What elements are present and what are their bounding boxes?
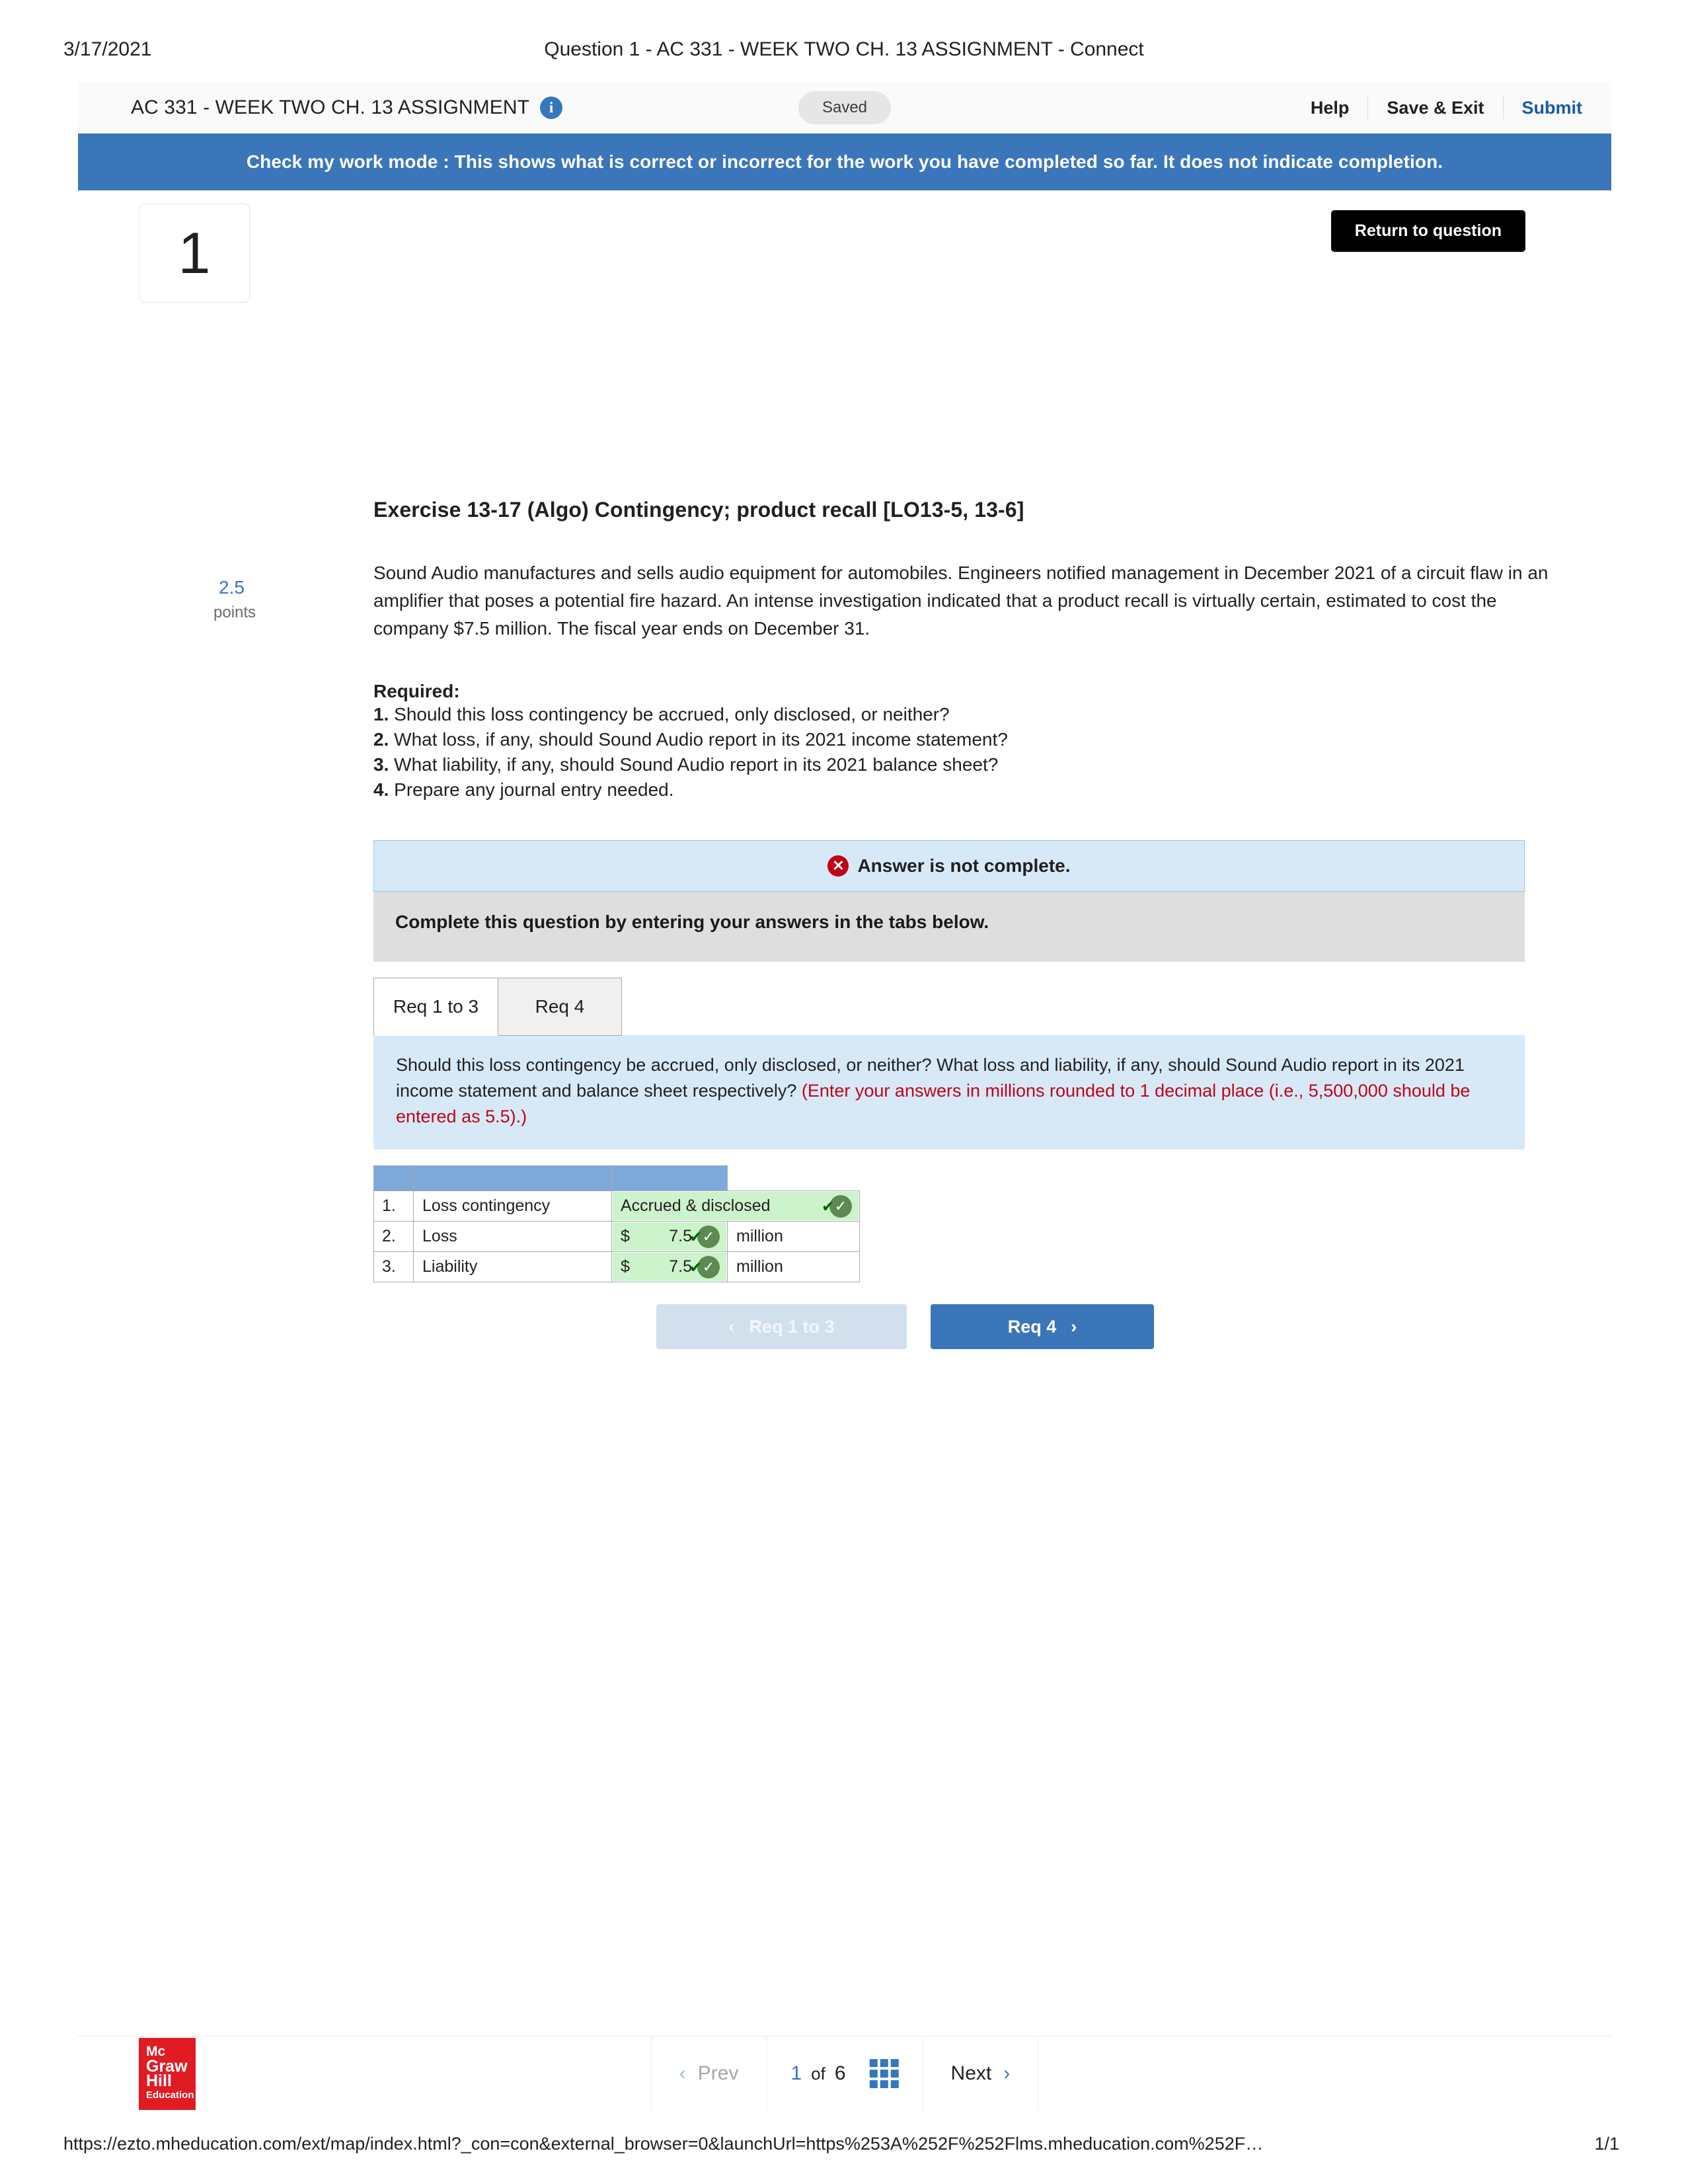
row-answer-cell[interactable]: $ 7.5 ✓ xyxy=(611,1221,728,1252)
header-cell-blank xyxy=(373,1165,414,1191)
prev-requirement-label: Req 1 to 3 xyxy=(749,1316,835,1337)
chevron-right-icon: › xyxy=(1003,2062,1011,2084)
connect-app-window: AC 331 - WEEK TWO CH. 13 ASSIGNMENT i Sa… xyxy=(78,82,1611,1349)
next-requirement-label: Req 4 xyxy=(1007,1316,1057,1337)
logo-line-4: Education xyxy=(146,2089,194,2101)
exercise-title: Exercise 13-17 (Algo) Contingency; produ… xyxy=(373,498,1024,522)
header-cell-blank xyxy=(611,1165,728,1191)
question-paragraph: Sound Audio manufactures and sells audio… xyxy=(373,563,1549,639)
page-counter: 1 of 6 xyxy=(767,2059,922,2088)
required-item-number: 1. xyxy=(373,704,389,724)
answer-value: 7.5 xyxy=(669,1227,692,1245)
correct-check-icon: ✓ xyxy=(689,1255,720,1278)
assignment-title: AC 331 - WEEK TWO CH. 13 ASSIGNMENT xyxy=(131,96,530,118)
answer-status-text: Answer is not complete. xyxy=(857,855,1071,876)
table-header-row xyxy=(373,1165,860,1191)
header-cell-blank xyxy=(413,1165,612,1191)
saved-status-badge: Saved xyxy=(798,91,892,124)
next-requirement-button[interactable]: Req 4 › xyxy=(931,1304,1154,1349)
answer-status-banner: ✕ Answer is not complete. xyxy=(373,840,1525,892)
row-label: Loss contingency xyxy=(413,1190,612,1222)
error-x-icon: ✕ xyxy=(827,855,849,877)
submit-link[interactable]: Submit xyxy=(1504,97,1583,119)
question-pager: ‹ Prev 1 of 6 Next › xyxy=(650,2037,1039,2111)
print-page-title: Question 1 - AC 331 - WEEK TWO CH. 13 AS… xyxy=(544,38,1144,60)
currency-symbol: $ xyxy=(621,1227,630,1245)
required-heading: Required: xyxy=(373,681,460,701)
print-page-number: 1/1 xyxy=(1594,2134,1619,2154)
row-label: Liability xyxy=(413,1251,612,1282)
required-item: 2. What loss, if any, should Sound Audio… xyxy=(373,727,1556,752)
tab-req-4[interactable]: Req 4 xyxy=(498,978,622,1036)
question-content: Exercise 13-17 (Algo) Contingency; produ… xyxy=(373,190,1556,1349)
grid-view-icon[interactable] xyxy=(869,2059,899,2088)
table-row: 1. Loss contingency Accrued & disclosed … xyxy=(373,1190,860,1222)
help-link[interactable]: Help xyxy=(1292,97,1368,119)
row-answer-cell[interactable]: $ 7.5 ✓ xyxy=(611,1251,728,1282)
save-and-exit-link[interactable]: Save & Exit xyxy=(1368,97,1502,119)
app-toolbar: AC 331 - WEEK TWO CH. 13 ASSIGNMENT i Sa… xyxy=(78,82,1611,134)
complete-instruction-banner: Complete this question by entering your … xyxy=(373,892,1525,962)
app-footer: Mc Graw Hill Education ‹ Prev 1 of 6 Nex… xyxy=(78,2037,1611,2111)
required-item-text: Should this loss contingency be accrued,… xyxy=(394,704,950,724)
chevron-left-icon: ‹ xyxy=(679,2062,686,2084)
prev-requirement-button[interactable]: ‹ Req 1 to 3 xyxy=(656,1304,907,1349)
logo-line-3: Hill xyxy=(146,2071,172,2090)
correct-check-icon: ✓ xyxy=(822,1194,852,1218)
currency-symbol: $ xyxy=(621,1257,630,1276)
row-number: 1. xyxy=(373,1190,414,1222)
info-icon[interactable]: i xyxy=(540,96,563,119)
current-page-number: 1 xyxy=(790,2062,802,2084)
print-header: 3/17/2021 Question 1 - AC 331 - WEEK TWO… xyxy=(0,38,1688,65)
required-item-text: What liability, if any, should Sound Aud… xyxy=(394,754,999,775)
required-item: 4. Prepare any journal entry needed. xyxy=(373,777,1556,802)
points-value: 2.5 xyxy=(219,577,245,598)
required-item: 1. Should this loss contingency be accru… xyxy=(373,702,1556,727)
row-number: 3. xyxy=(373,1251,414,1282)
required-item-number: 4. xyxy=(373,779,389,800)
row-unit: million xyxy=(727,1221,860,1252)
mcgraw-hill-logo: Mc Graw Hill Education xyxy=(139,2037,196,2110)
required-item-number: 2. xyxy=(373,729,389,750)
table-row: 3. Liability $ 7.5 ✓ million xyxy=(373,1251,860,1282)
answer-input[interactable]: $ 7.5 ✓ xyxy=(613,1253,726,1281)
check-my-work-banner: Check my work mode : This shows what is … xyxy=(78,134,1611,190)
row-number: 2. xyxy=(373,1221,414,1252)
correct-check-icon: ✓ xyxy=(689,1225,720,1248)
points-label: points xyxy=(213,604,256,621)
chevron-right-icon: › xyxy=(1071,1316,1077,1337)
tab-req-1-to-3[interactable]: Req 1 to 3 xyxy=(373,978,498,1036)
requirement-prompt: Should this loss contingency be accrued,… xyxy=(373,1035,1525,1150)
required-item-text: What loss, if any, should Sound Audio re… xyxy=(394,729,1008,750)
requirement-tabs: Req 1 to 3 Req 4 xyxy=(373,978,1556,1036)
row-answer-cell[interactable]: Accrued & disclosed ✓ xyxy=(611,1190,860,1222)
next-question-label: Next xyxy=(950,2062,992,2084)
answer-table: 1. Loss contingency Accrued & disclosed … xyxy=(373,1165,860,1282)
chevron-left-icon: ‹ xyxy=(728,1316,735,1337)
of-label: of xyxy=(811,2063,825,2084)
answer-status-inner: ✕ Answer is not complete. xyxy=(827,855,1071,877)
total-pages: 6 xyxy=(834,2062,846,2084)
answer-input[interactable]: $ 7.5 ✓ xyxy=(613,1222,726,1251)
required-item-text: Prepare any journal entry needed. xyxy=(394,779,674,800)
prev-question-label: Prev xyxy=(697,2062,739,2084)
table-row: 2. Loss $ 7.5 ✓ million xyxy=(373,1221,860,1252)
required-item: 3. What liability, if any, should Sound … xyxy=(373,752,1556,777)
toolbar-actions: Help Save & Exit Submit xyxy=(1292,96,1583,119)
requirement-nav-buttons: ‹ Req 1 to 3 Req 4 › xyxy=(656,1304,1556,1349)
prev-question-button[interactable]: ‹ Prev xyxy=(652,2062,767,2085)
question-number-card: 1 xyxy=(139,204,250,303)
row-unit: million xyxy=(727,1251,860,1282)
required-list: 1. Should this loss contingency be accru… xyxy=(373,702,1556,802)
row-label: Loss xyxy=(413,1221,612,1252)
next-question-button[interactable]: Next › xyxy=(923,2062,1038,2085)
required-item-number: 3. xyxy=(373,754,389,775)
answer-value: Accrued & disclosed xyxy=(621,1196,771,1215)
print-url: https://ezto.mheducation.com/ext/map/ind… xyxy=(63,2134,1264,2154)
answer-input[interactable]: Accrued & disclosed ✓ xyxy=(613,1192,859,1220)
answer-value: 7.5 xyxy=(669,1257,692,1276)
